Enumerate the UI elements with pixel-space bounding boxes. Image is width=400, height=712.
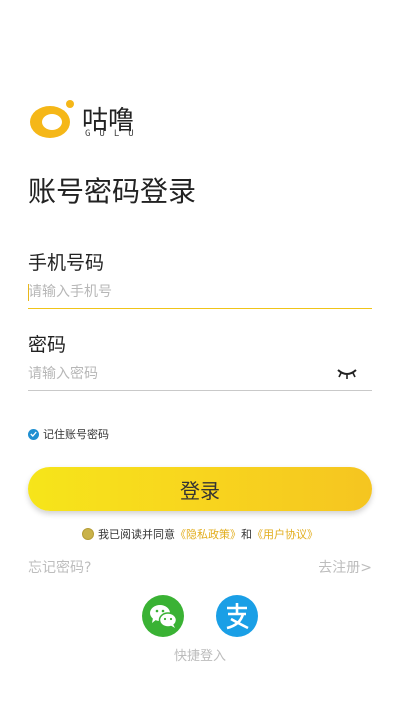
password-field-container <box>28 360 372 391</box>
password-input[interactable] <box>28 360 328 388</box>
user-agreement-link[interactable]: 《用户协议》 <box>252 526 318 542</box>
quick-login-label: 快捷登入 <box>173 649 226 664</box>
eye-closed-icon[interactable] <box>336 366 358 380</box>
phone-label: 手机号码 <box>28 252 105 274</box>
alipay-icon <box>226 603 249 630</box>
agreement-prefix: 我已阅读并同意 <box>98 528 175 541</box>
wechat-login-button[interactable] <box>142 595 184 637</box>
checkmark-icon <box>28 428 39 440</box>
gulu-logo-icon <box>30 100 74 138</box>
login-button[interactable]: 登录 <box>28 467 372 511</box>
brand-logo: 咕噜 GULU <box>28 98 168 144</box>
wechat-icon <box>150 605 178 628</box>
agreement-and: 和 <box>241 528 252 541</box>
password-label: 密码 <box>28 334 67 356</box>
agreement-row: 我已阅读并同意 《隐私政策》 和 《用户协议》 <box>82 526 318 542</box>
register-link[interactable]: 去注册> <box>318 557 372 577</box>
forgot-password-link[interactable]: 忘记密码? <box>28 557 91 577</box>
remember-label: 记住账号密码 <box>43 428 109 441</box>
brand-subtitle: GULU <box>85 129 143 139</box>
privacy-policy-link[interactable]: 《隐私政策》 <box>175 526 241 542</box>
agreement-radio[interactable] <box>82 528 94 540</box>
alipay-login-button[interactable] <box>216 595 258 637</box>
page-title: 账号密码登录 <box>28 175 197 208</box>
text-caret <box>28 284 29 301</box>
remember-checkbox[interactable]: 记住账号密码 <box>28 426 109 442</box>
phone-input[interactable] <box>28 278 328 306</box>
phone-field-container <box>28 278 372 309</box>
